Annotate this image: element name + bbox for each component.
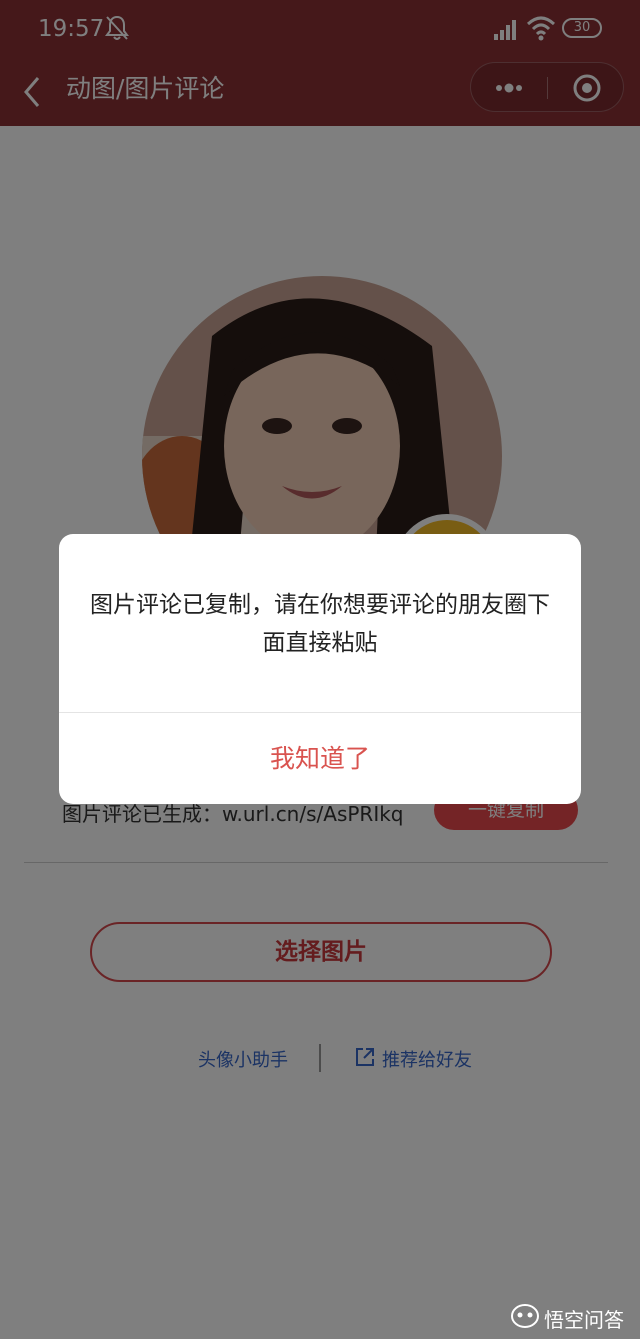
watermark: 悟空问答 bbox=[510, 1300, 636, 1332]
watermark-text: 悟空问答 bbox=[544, 1308, 624, 1332]
dialog-confirm-button[interactable]: 我知道了 bbox=[59, 713, 581, 804]
dialog-message: 图片评论已复制，请在你想要评论的朋友圈下面直接粘贴 bbox=[90, 592, 550, 656]
copy-success-dialog: 图片评论已复制，请在你想要评论的朋友圈下面直接粘贴 我知道了 bbox=[59, 534, 581, 804]
wukong-logo-icon bbox=[511, 1304, 539, 1328]
